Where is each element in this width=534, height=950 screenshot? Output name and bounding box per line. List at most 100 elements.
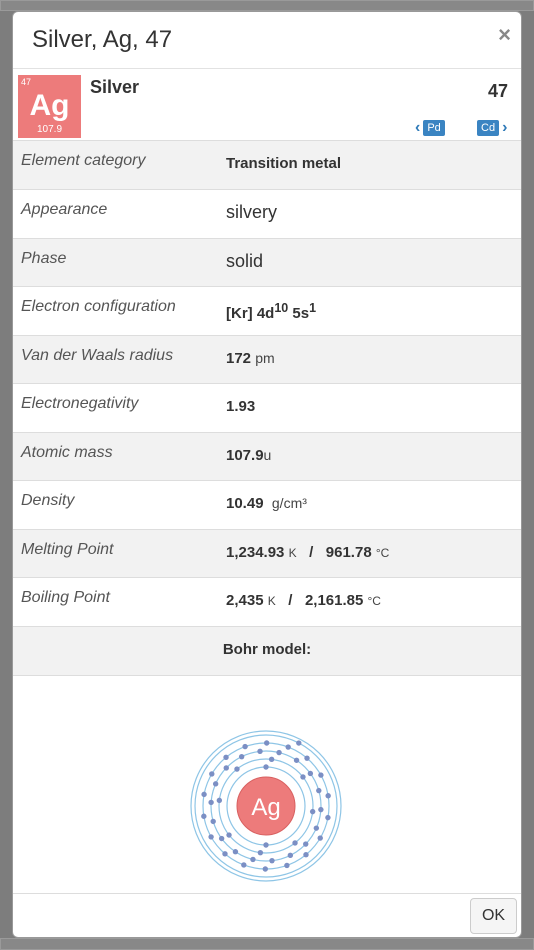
chevron-right-icon: › (502, 119, 508, 136)
table-row: Electronegativity 1.93 (13, 384, 521, 432)
property-value: solid (226, 250, 264, 271)
dialog-header: Silver, Ag, 47 × (13, 12, 521, 69)
table-row: Boiling Point 2,435 K / 2,161.85 °C (13, 578, 521, 626)
element-tile: 47 Ag 107.9 (18, 75, 81, 138)
electron (303, 851, 309, 857)
property-label: Van der Waals radius (21, 346, 174, 364)
electron (262, 865, 269, 872)
electron (268, 756, 275, 762)
property-value: 107.9u (226, 446, 272, 464)
electron (257, 849, 264, 855)
electron (304, 754, 310, 761)
electron (232, 848, 239, 854)
property-value: [Kr] 4d10 5s1 (226, 301, 317, 322)
electron (300, 773, 306, 780)
tile-atomic-number: 47 (21, 77, 32, 87)
bohr-model-heading: Bohr model: (13, 626, 521, 676)
nucleus-symbol: Ag (251, 794, 280, 821)
electron (318, 806, 324, 812)
electron (208, 833, 214, 840)
table-row: Phase solid (13, 238, 521, 287)
property-value: Transition metal (226, 155, 342, 172)
table-row: Appearance silvery (13, 190, 521, 238)
tile-symbol: Ag (29, 89, 70, 122)
element-name: Silver (90, 77, 140, 97)
electron (292, 839, 298, 846)
property-label: Atomic mass (21, 443, 113, 461)
property-value: silvery (226, 202, 278, 222)
table-row: Element category Transition metal (13, 141, 521, 190)
electron (325, 792, 331, 798)
electron (287, 852, 294, 858)
electron (212, 780, 219, 787)
background-strip (0, 0, 534, 11)
electron (242, 743, 248, 749)
chevron-left-icon: ‹ (415, 119, 421, 136)
property-value: 1,234.93 K / 961.78 °C (226, 543, 390, 561)
element-number: 47 (487, 81, 508, 101)
electron (257, 748, 263, 754)
electron (208, 799, 214, 805)
next-element-link[interactable]: Cd › (474, 119, 507, 137)
electron (309, 808, 316, 814)
property-label: Element category (21, 152, 146, 169)
property-label: Melting Point (21, 540, 114, 558)
property-label: Electronegativity (21, 395, 139, 412)
electron (222, 850, 228, 857)
property-label: Boiling Point (21, 589, 110, 606)
electron (201, 813, 207, 819)
electron (263, 739, 270, 746)
electron (223, 764, 229, 771)
electron (293, 757, 300, 763)
electron (307, 770, 314, 776)
electron (216, 797, 223, 803)
bohr-model: Ag (13, 676, 521, 894)
property-label: Density (21, 492, 75, 509)
electron (296, 739, 302, 746)
prev-element-badge: Pd (423, 120, 445, 136)
electron (316, 787, 322, 793)
property-label: Appearance (21, 201, 108, 218)
prev-element-link[interactable]: ‹ Pd (415, 119, 448, 137)
element-dialog: Silver, Ag, 47 × 47 Ag 107.9 Silver 47 ‹… (12, 11, 522, 938)
tile-mass: 107.9 (36, 124, 63, 135)
property-value: 172 pm (226, 349, 275, 367)
electron (303, 840, 309, 847)
dialog-title: Silver, Ag, 47 (32, 26, 173, 53)
electron (313, 824, 320, 831)
property-value: 2,435 K / 2,161.85 °C (226, 592, 381, 609)
table-row: Melting Point 1,234.93 K / 961.78 °C (13, 529, 521, 578)
electron (317, 834, 323, 841)
properties-table: Element category Transition metal Appear… (13, 141, 521, 627)
electron (250, 856, 256, 862)
electron (269, 857, 275, 863)
electron (263, 841, 269, 848)
dialog-footer: OK (13, 894, 521, 938)
electron (318, 771, 324, 778)
property-value: 10.49 g/cm³ (226, 495, 307, 512)
electron (241, 861, 247, 868)
electron (234, 765, 240, 772)
electron (276, 749, 282, 755)
property-label: Phase (21, 249, 67, 267)
electron (284, 862, 290, 868)
electron (285, 743, 291, 750)
electron (325, 814, 331, 820)
table-row: Atomic mass 107.9u (13, 432, 521, 481)
electron (223, 754, 229, 760)
electron (263, 763, 269, 770)
table-row: Van der Waals radius 172 pm (13, 335, 521, 384)
element-summary: 47 Ag 107.9 Silver 47 ‹ Pd Cd › (13, 69, 521, 141)
electron (210, 818, 216, 824)
next-element-badge: Cd (477, 120, 500, 136)
electron (238, 753, 245, 759)
table-row: Electron configuration [Kr] 4d10 5s1 (13, 287, 521, 335)
property-value: 1.93 (226, 398, 256, 415)
electron (209, 770, 215, 777)
bohr-model-diagram: Ag (190, 729, 342, 882)
background-strip (0, 938, 534, 950)
close-icon[interactable]: × (498, 22, 511, 48)
ok-button[interactable]: OK (470, 897, 517, 934)
table-row: Density 10.49 g/cm³ (13, 481, 521, 529)
electron (218, 835, 225, 841)
